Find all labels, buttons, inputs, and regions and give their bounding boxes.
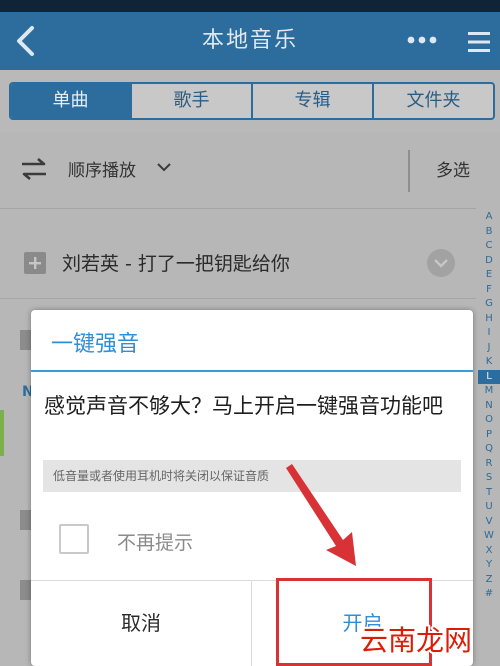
playing-marker bbox=[0, 410, 4, 456]
status-bar bbox=[0, 0, 500, 12]
alphabet-index-letter[interactable]: E bbox=[478, 268, 500, 283]
alphabet-index-letter[interactable]: L bbox=[478, 369, 500, 384]
watermark-logo: 云南龙网 云南龙网 bbox=[358, 622, 474, 659]
alphabet-index-letter[interactable]: Z bbox=[478, 573, 500, 588]
menu-icon[interactable] bbox=[466, 30, 492, 54]
chevron-down-icon[interactable] bbox=[156, 160, 172, 174]
alphabet-index-letter[interactable]: R bbox=[478, 457, 500, 472]
back-arrow-icon[interactable] bbox=[12, 24, 42, 58]
dialog-title-divider bbox=[31, 370, 473, 372]
alphabet-index-letter[interactable]: A bbox=[478, 210, 500, 225]
alphabet-index-letter[interactable]: C bbox=[478, 239, 500, 254]
alphabet-index-letter[interactable]: B bbox=[478, 225, 500, 240]
alphabet-index-letter[interactable]: O bbox=[478, 413, 500, 428]
more-dots-icon[interactable] bbox=[404, 28, 440, 52]
alphabet-index-letter[interactable]: W bbox=[478, 529, 500, 544]
song-row[interactable]: 刘若英 - 打了一把钥匙给你 bbox=[0, 236, 476, 292]
alphabet-index-letter[interactable]: M bbox=[478, 384, 500, 399]
alphabet-index-letter[interactable]: V bbox=[478, 515, 500, 530]
alphabet-index-letter[interactable]: T bbox=[478, 486, 500, 501]
tab-albums[interactable]: 专辑 bbox=[251, 84, 372, 118]
tabs-bar: 单曲 歌手 专辑 文件夹 bbox=[0, 70, 500, 132]
dialog-title: 一键强音 bbox=[51, 332, 140, 357]
alphabet-index-letter[interactable]: J bbox=[478, 341, 500, 356]
header-bar: 本地音乐 bbox=[0, 12, 500, 70]
alphabet-index-letter[interactable]: P bbox=[478, 428, 500, 443]
toolbar-divider bbox=[408, 150, 410, 192]
dialog-hint: 低音量或者使用耳机时将关闭以保证音质 bbox=[43, 460, 461, 492]
alphabet-index-letter[interactable]: S bbox=[478, 471, 500, 486]
alphabet-index-letter[interactable]: X bbox=[478, 544, 500, 559]
alphabet-index-letter[interactable]: U bbox=[478, 500, 500, 515]
svg-text:云南龙网: 云南龙网 bbox=[360, 624, 472, 657]
tab-songs[interactable]: 单曲 bbox=[11, 84, 130, 118]
dialog-message: 感觉声音不够大？马上开启一键强音功能吧 bbox=[44, 394, 443, 418]
row-divider bbox=[0, 298, 476, 299]
alphabet-index-letter[interactable]: F bbox=[478, 283, 500, 298]
alphabet-index-letter[interactable]: G bbox=[478, 297, 500, 312]
tab-group: 单曲 歌手 专辑 文件夹 bbox=[9, 82, 495, 120]
song-title: 刘若英 - 打了一把钥匙给你 bbox=[62, 253, 290, 275]
row-divider bbox=[0, 208, 476, 209]
expand-options-icon[interactable] bbox=[426, 248, 456, 278]
play-order-icon[interactable] bbox=[20, 156, 48, 182]
multi-select-button[interactable]: 多选 bbox=[436, 156, 470, 181]
dont-remind-label[interactable]: 不再提示 bbox=[117, 528, 193, 555]
dont-remind-checkbox[interactable] bbox=[59, 524, 89, 554]
play-order-label[interactable]: 顺序播放 bbox=[68, 156, 136, 181]
list-toolbar: 顺序播放 多选 bbox=[0, 140, 500, 198]
tab-artists[interactable]: 歌手 bbox=[130, 84, 251, 118]
tab-folders[interactable]: 文件夹 bbox=[372, 84, 493, 118]
cancel-button[interactable]: 取消 bbox=[31, 581, 251, 666]
alphabet-index-letter[interactable]: N bbox=[478, 399, 500, 414]
alphabet-index-letter[interactable]: D bbox=[478, 254, 500, 269]
alphabet-index-letter[interactable]: Q bbox=[478, 442, 500, 457]
alphabet-index-letter[interactable]: I bbox=[478, 326, 500, 341]
alphabet-index[interactable]: A B C D E F G H I J K L M N O P Q R S T U V W X Y Z # bbox=[478, 210, 500, 666]
alphabet-index-letter[interactable]: H bbox=[478, 312, 500, 327]
alphabet-index-letter[interactable]: Y bbox=[478, 558, 500, 573]
alphabet-index-letter[interactable]: # bbox=[478, 587, 500, 602]
add-icon[interactable] bbox=[24, 252, 46, 274]
alphabet-index-letter[interactable]: K bbox=[478, 355, 500, 370]
